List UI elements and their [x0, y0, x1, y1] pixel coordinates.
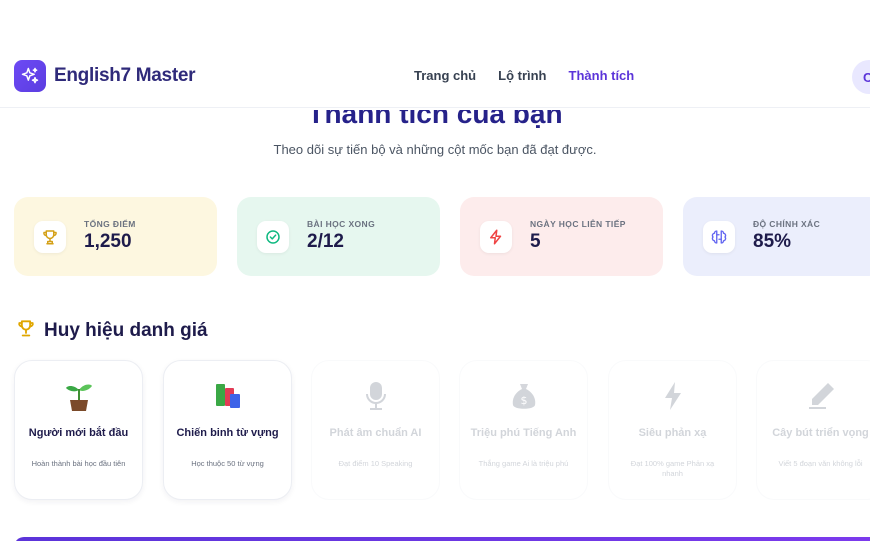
badge-description: Hoàn thành bài học đầu tiên [31, 459, 126, 468]
stat-value: 1,250 [84, 231, 132, 252]
brand[interactable]: English7 Master [14, 60, 196, 92]
stat-label: ĐỘ CHÍNH XÁC [753, 219, 821, 229]
books-icon [164, 379, 291, 413]
lightning-icon [609, 379, 736, 413]
badge-card-locked[interactable]: Cây bút triển vọng Viết 5 đoạn văn không… [756, 360, 870, 500]
badges-section-title: Huy hiệu danh giá [16, 318, 208, 344]
stat-label: NGÀY HỌC LIÊN TIẾP [530, 219, 626, 229]
lightning-icon [480, 221, 512, 253]
stat-card-accuracy: ĐỘ CHÍNH XÁC 85% [683, 197, 870, 276]
stat-label: TỔNG ĐIỂM [84, 219, 136, 229]
section-title-text: Huy hiệu danh giá [44, 320, 208, 341]
stat-label: BÀI HỌC XONG [307, 219, 376, 229]
badge-description: Học thuộc 50 từ vựng [191, 459, 264, 468]
trophy-icon [34, 221, 66, 253]
page-subtitle: Theo dõi sự tiến bộ và những cột mốc bạn… [273, 142, 597, 157]
seedling-icon [15, 379, 142, 413]
nav-link-roadmap[interactable]: Lộ trình [498, 68, 546, 83]
brand-name: English7 Master [54, 65, 196, 86]
stat-value: 2/12 [307, 231, 344, 252]
badge-title: Triệu phú Tiếng Anh [470, 427, 577, 439]
brain-icon [703, 221, 735, 253]
badge-card[interactable]: Chiến binh từ vựng Học thuộc 50 từ vựng [163, 360, 292, 500]
badge-title: Cây bút triển vọng [772, 427, 869, 439]
trophy-icon [16, 318, 36, 344]
stat-card-lessons-done: BÀI HỌC XONG 2/12 [237, 197, 440, 276]
stat-card-total-points: TỔNG ĐIỂM 1,250 [14, 197, 217, 276]
badge-description: Thắng game Ai là triệu phú [478, 459, 569, 468]
top-nav: English7 Master Trang chủ Lộ trình Thành… [0, 46, 870, 108]
badge-card[interactable]: Người mới bắt đầu Hoàn thành bài học đầu… [14, 360, 143, 500]
badge-description: Đạt 100% game Phản xạ nhanh [630, 459, 715, 478]
badge-title: Người mới bắt đầu [28, 427, 129, 439]
badge-card-locked[interactable]: $ Triệu phú Tiếng Anh Thắng game Ai là t… [459, 360, 588, 500]
pen-icon [757, 379, 870, 413]
svg-text:$: $ [520, 394, 527, 407]
stat-card-streak: NGÀY HỌC LIÊN TIẾP 5 [460, 197, 663, 276]
badge-title: Chiến binh từ vựng [176, 427, 279, 439]
avatar[interactable]: C [852, 60, 870, 94]
badge-title: Phát âm chuẩn AI [329, 427, 422, 439]
badge-description: Đạt điểm 10 Speaking [338, 459, 413, 468]
nav-link-home[interactable]: Trang chủ [414, 68, 476, 83]
microphone-icon [312, 379, 439, 413]
bottom-banner [14, 537, 870, 541]
badge-description: Viết 5 đoạn văn không lỗi [778, 459, 863, 468]
badge-title: Siêu phản xạ [638, 427, 707, 439]
sparkle-icon [14, 60, 46, 92]
badge-card-locked[interactable]: Phát âm chuẩn AI Đạt điểm 10 Speaking [311, 360, 440, 500]
badge-card-locked[interactable]: Siêu phản xạ Đạt 100% game Phản xạ nhanh [608, 360, 737, 500]
nav-link-achievements[interactable]: Thành tích [569, 68, 635, 83]
stat-value: 5 [530, 231, 541, 252]
stat-value: 85% [753, 231, 792, 252]
money-bag-icon: $ [460, 379, 587, 413]
check-circle-icon [257, 221, 289, 253]
